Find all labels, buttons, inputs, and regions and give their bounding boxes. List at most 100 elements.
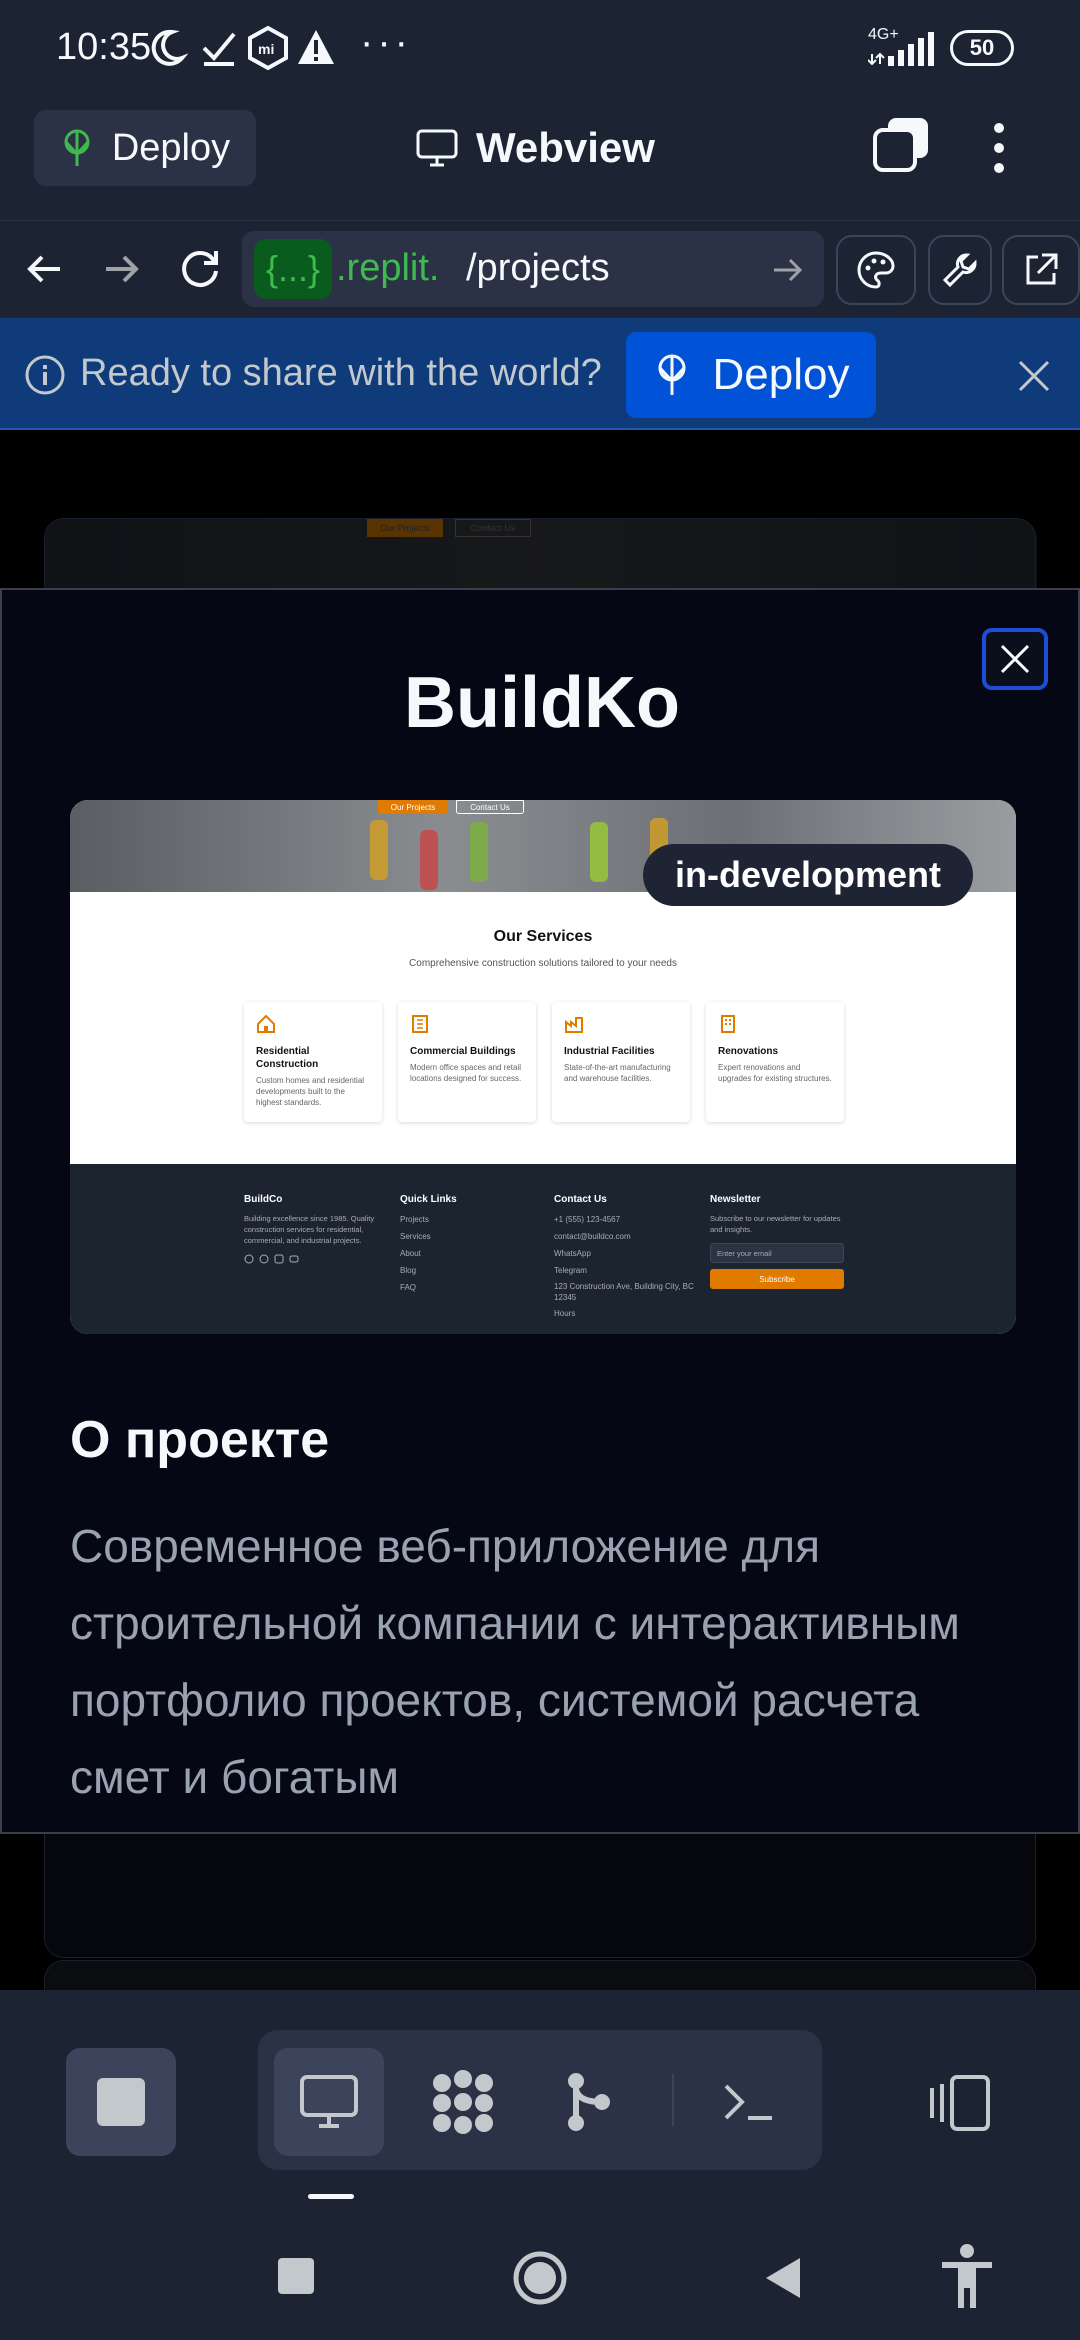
preview-footer-brand-col: BuildCo Building excellence since 1985. … — [244, 1194, 384, 1264]
tab-agent[interactable] — [408, 2048, 518, 2156]
preview-footer-link: Services — [400, 1232, 431, 1241]
devtools-button[interactable] — [928, 235, 992, 305]
info-icon — [25, 355, 65, 395]
preview-service-title: Commercial Buildings — [410, 1046, 516, 1057]
back-button[interactable] — [762, 2256, 802, 2300]
banner-deploy-button[interactable]: Deploy — [626, 332, 876, 418]
preview-service-title: Industrial Facilities — [564, 1046, 655, 1057]
preview-contact-email: contact@buildco.com — [554, 1232, 631, 1241]
preview-footer-brand: BuildCo — [244, 1194, 283, 1205]
tab-git[interactable] — [534, 2048, 644, 2156]
reload-icon[interactable] — [178, 247, 222, 291]
external-link-icon — [1026, 253, 1058, 285]
deploy-icon — [658, 354, 686, 395]
preview-footer-link: About — [400, 1249, 421, 1258]
preview-worker — [590, 822, 608, 882]
preview-service-card: Renovations Expert renovations and upgra… — [706, 1002, 844, 1122]
about-heading: О проекте — [70, 1411, 330, 1469]
facebook-icon — [244, 1254, 254, 1264]
webview-content: Our Projects Contact Us BuildKo Our Proj… — [0, 430, 1080, 1990]
theme-button[interactable] — [836, 235, 916, 305]
tab-webview[interactable] — [274, 2048, 384, 2156]
accessibility-icon[interactable] — [940, 2244, 994, 2310]
monitor-icon — [416, 129, 458, 167]
stop-button[interactable] — [66, 2048, 176, 2156]
preview-footer-link: Blog — [400, 1266, 417, 1275]
deploy-icon — [64, 129, 90, 166]
battery-indicator: 50 — [950, 30, 1014, 66]
preview-worker — [370, 820, 388, 880]
preview-service-title: Residential Construction — [256, 1046, 319, 1070]
preview-contact-hours: Hours — [554, 1309, 576, 1318]
project-modal: BuildKo Our Projects Contact Us in-devel… — [0, 588, 1080, 1834]
tab-shell[interactable] — [694, 2048, 804, 2156]
status-badge: in-development — [643, 844, 973, 906]
preview-contact-whatsapp: WhatsApp — [554, 1249, 591, 1258]
preview-footer-newsletter-col: Newsletter Subscribe to our newsletter f… — [710, 1194, 844, 1289]
preview-service-desc: State-of-the-art manufacturing and wareh… — [564, 1063, 671, 1083]
building-icon — [412, 1015, 428, 1033]
status-time: 10:35 — [56, 26, 152, 68]
palette-icon — [857, 251, 895, 289]
close-icon[interactable] — [1016, 358, 1052, 394]
tab-divider — [672, 2074, 674, 2126]
home-button[interactable] — [512, 2250, 568, 2306]
preview-footer: BuildCo Building excellence since 1985. … — [70, 1164, 1016, 1334]
more-notifications-icon: ··· — [360, 20, 412, 64]
preview-service-desc: Expert renovations and upgrades for exis… — [718, 1063, 832, 1083]
tabs-icon[interactable] — [872, 116, 930, 174]
status-bar: 10:35 mi ··· 4G+ 50 — [0, 0, 1080, 96]
url-domain: .replit. — [336, 247, 440, 289]
preview-newsletter-text: Subscribe to our newsletter for updates … — [710, 1214, 841, 1234]
banner-message: Ready to share with the world? — [80, 352, 602, 394]
back-icon[interactable] — [24, 249, 64, 289]
preview-email-input: Enter your email — [710, 1243, 844, 1263]
terminal-icon — [724, 2084, 772, 2120]
moon-icon — [151, 29, 188, 66]
monitor-icon — [300, 2075, 358, 2128]
preview-footer-link: FAQ — [400, 1283, 417, 1292]
url-bar[interactable]: {...} .replit. /projects — [242, 231, 824, 307]
replit-bottom-toolbar — [0, 1990, 1080, 2200]
deploy-button-label: Deploy — [111, 126, 231, 169]
deploy-button[interactable]: Deploy — [34, 110, 256, 186]
bg-contact-us-button: Contact Us — [455, 519, 531, 537]
deploy-banner: Ready to share with the world? Deploy — [0, 318, 1080, 430]
bg-our-projects-button: Our Projects — [367, 519, 443, 537]
preview-footer-links-title: Quick Links — [400, 1194, 457, 1205]
preview-service-desc: Modern office spaces and retail location… — [410, 1063, 522, 1083]
preview-contact-us-button: Contact Us — [456, 800, 524, 814]
signal-icon — [868, 32, 934, 66]
active-tab-indicator — [308, 2194, 354, 2199]
open-external-button[interactable] — [1002, 235, 1080, 305]
tool-tabs — [258, 2030, 822, 2170]
preview-service-title: Renovations — [718, 1046, 779, 1057]
top-bar: Deploy Webview — [0, 96, 1080, 220]
check-icon — [202, 32, 236, 66]
preview-contact-telegram: Telegram — [554, 1266, 587, 1275]
preview-social-icons — [244, 1254, 384, 1264]
browser-nav-bar: {...} .replit. /projects — [0, 220, 1080, 318]
preview-our-projects-button: Our Projects — [378, 800, 448, 814]
preview-contact-address: 123 Construction Ave, Building City, BC … — [554, 1282, 694, 1302]
stop-icon — [97, 2078, 145, 2126]
preview-worker — [420, 830, 438, 890]
recents-button[interactable] — [278, 2258, 314, 2294]
background-next-card — [44, 1960, 1036, 1990]
background-hero-image — [45, 519, 1037, 599]
preview-newsletter-title: Newsletter — [710, 1194, 761, 1205]
svg-text:mi: mi — [258, 41, 274, 57]
warning-icon — [298, 30, 334, 64]
more-vertical-icon[interactable] — [984, 118, 1014, 178]
split-view-icon[interactable] — [926, 2074, 992, 2132]
url-replit-badge: {...} — [254, 239, 332, 299]
forward-icon[interactable] — [102, 249, 142, 289]
twitter-icon — [259, 1254, 269, 1264]
preview-contact-phone: +1 (555) 123-4567 — [554, 1215, 621, 1224]
wrench-icon — [942, 253, 977, 288]
go-arrow-icon[interactable] — [772, 255, 804, 285]
banner-deploy-label: Deploy — [712, 350, 850, 399]
preview-footer-brand-text: Building excellence since 1985. Quality … — [244, 1214, 375, 1245]
home-icon — [257, 1014, 275, 1033]
modal-title: BuildKo — [404, 663, 680, 743]
